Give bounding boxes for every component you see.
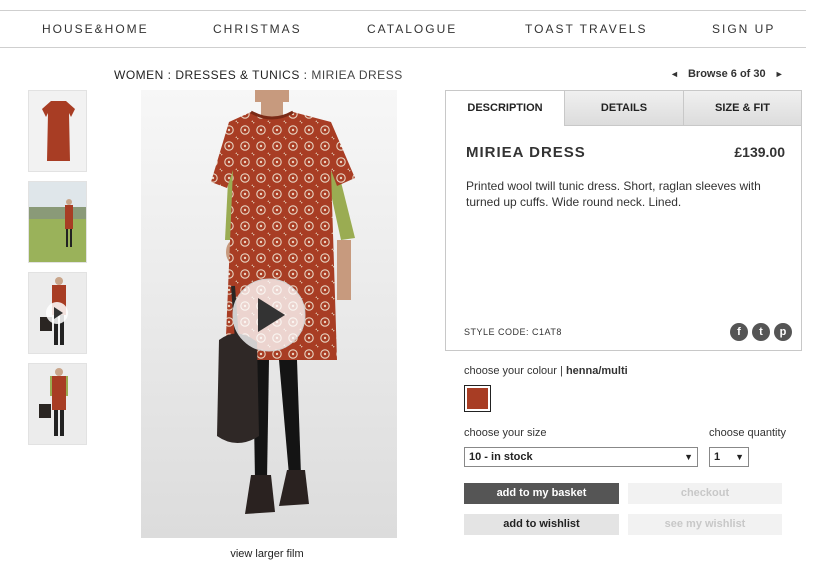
breadcrumb: WOMEN : DRESSES & TUNICS : MIRIEA DRESS [114, 68, 403, 82]
product-name: MIRIEA DRESS [466, 144, 586, 161]
browse-pager: ◄ Browse 6 of 30 ► [670, 68, 784, 80]
thumbnail-outdoor[interactable] [28, 181, 87, 263]
add-to-wishlist-button[interactable]: add to wishlist [464, 514, 619, 535]
style-code: STYLE CODE: C1AT8 [464, 327, 562, 337]
size-selected-value: 10 - in stock [469, 451, 533, 463]
browse-label: Browse 6 of 30 [687, 68, 766, 80]
view-larger-film-link[interactable]: view larger film [141, 548, 393, 560]
chevron-down-icon: ▼ [735, 452, 744, 462]
nav-christmas[interactable]: CHRISTMAS [213, 22, 302, 36]
thumbnail-model-bag[interactable] [28, 363, 87, 445]
pinterest-icon[interactable]: p [774, 323, 792, 341]
size-label: choose your size [464, 427, 547, 439]
nav-house-home[interactable]: HOUSE&HOME [42, 22, 149, 36]
tab-details[interactable]: DETAILS [564, 91, 683, 126]
breadcrumb-current: MIRIEA DRESS [311, 68, 403, 82]
colour-value: henna/multi [565, 365, 628, 377]
breadcrumb-separator: : [299, 68, 312, 82]
see-wishlist-button[interactable]: see my wishlist [628, 514, 782, 535]
quantity-selected-value: 1 [714, 451, 721, 463]
checkout-button[interactable]: checkout [628, 483, 782, 504]
quantity-label: choose quantity [709, 427, 787, 439]
nav-toast-travels[interactable]: TOAST TRAVELS [525, 22, 647, 36]
prev-arrow-icon[interactable]: ◄ [670, 69, 679, 79]
colour-label: choose your colour | henna/multi [464, 365, 628, 377]
breadcrumb-dresses[interactable]: DRESSES & TUNICS [175, 68, 299, 82]
next-arrow-icon[interactable]: ► [775, 69, 784, 79]
tab-size-fit[interactable]: SIZE & FIT [683, 91, 801, 126]
add-to-basket-button[interactable]: add to my basket [464, 483, 619, 504]
thumbnail-video[interactable] [28, 272, 87, 354]
top-nav: HOUSE&HOME CHRISTMAS CATALOGUE TOAST TRA… [0, 10, 806, 48]
breadcrumb-separator: : [163, 68, 176, 82]
main-product-image[interactable] [141, 90, 397, 538]
nav-sign-up[interactable]: SIGN UP [712, 22, 775, 36]
colour-swatch-henna[interactable] [464, 385, 491, 412]
model-photo-image [141, 90, 397, 538]
quantity-select[interactable]: 1 ▼ [709, 447, 749, 467]
product-price: £139.00 [734, 144, 785, 160]
video-still-image [29, 273, 86, 353]
breadcrumb-women[interactable]: WOMEN [114, 68, 164, 82]
twitter-icon[interactable]: t [752, 323, 770, 341]
tab-description[interactable]: DESCRIPTION [446, 91, 564, 126]
colour-separator: | [556, 365, 566, 377]
product-description: Printed wool twill tunic dress. Short, r… [466, 179, 761, 209]
dress-flat-image [29, 91, 86, 171]
thumbnail-flat-dress[interactable] [28, 90, 87, 172]
model-bag-image [29, 364, 86, 444]
colour-label-text: choose your colour [464, 365, 557, 377]
facebook-icon[interactable]: f [730, 323, 748, 341]
size-select[interactable]: 10 - in stock ▼ [464, 447, 698, 467]
chevron-down-icon: ▼ [684, 452, 693, 462]
product-panel: DESCRIPTION DETAILS SIZE & FIT MIRIEA DR… [445, 90, 802, 351]
outdoor-photo-image [29, 182, 86, 262]
swatch-fill [467, 388, 488, 409]
nav-catalogue[interactable]: CATALOGUE [367, 22, 457, 36]
